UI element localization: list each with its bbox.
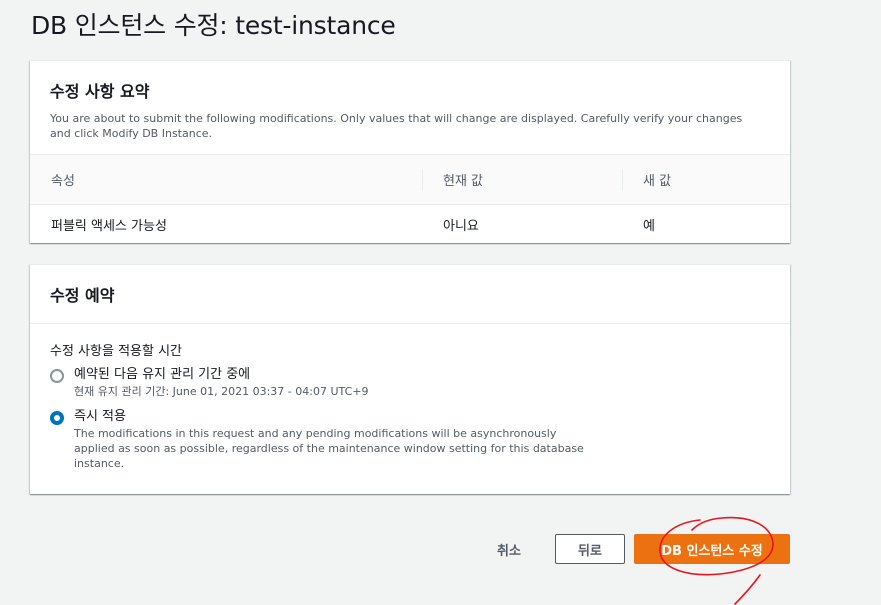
summary-description: You are about to submit the following mo…: [50, 112, 743, 140]
apply-time-label: 수정 사항을 적용할 시간: [50, 344, 182, 359]
schedule-body: 수정 사항을 적용할 시간 예약된 다음 유지 관리 기간 중에 현재 유지 관…: [30, 324, 790, 471]
table-row: 퍼블릭 액세스 가능성 아니요 예: [30, 205, 790, 244]
schedule-panel: 수정 예약 수정 사항을 적용할 시간 예약된 다음 유지 관리 기간 중에 현…: [30, 264, 790, 494]
radio-label-maintenance-window[interactable]: 예약된 다음 유지 관리 기간 중에: [74, 366, 584, 383]
column-header-attribute: 속성: [30, 155, 423, 204]
summary-heading: 수정 사항 요약: [50, 82, 150, 101]
radio-option-apply-immediately[interactable]: 즉시 적용 The modifications in this request …: [50, 408, 770, 471]
summary-header: 수정 사항 요약 You are about to submit the fol…: [30, 61, 790, 141]
cancel-button[interactable]: 취소: [484, 534, 534, 564]
modify-db-instance-button[interactable]: DB 인스턴스 수정: [634, 534, 790, 564]
column-header-current-value: 현재 값: [423, 155, 623, 204]
table-header-row: 속성 현재 값 새 값: [30, 155, 790, 205]
radio-button-apply-immediately[interactable]: [50, 411, 64, 425]
summary-table: 속성 현재 값 새 값 퍼블릭 액세스 가능성 아니요 예: [30, 154, 790, 244]
radio-text-maintenance-window: 예약된 다음 유지 관리 기간 중에 현재 유지 관리 기간: June 01,…: [74, 366, 584, 399]
back-button[interactable]: 뒤로: [555, 534, 625, 564]
modification-summary-panel: 수정 사항 요약 You are about to submit the fol…: [30, 60, 790, 243]
radio-description-maintenance-window: 현재 유지 관리 기간: June 01, 2021 03:37 - 04:07…: [74, 385, 369, 398]
cell-current-value: 아니요: [443, 219, 479, 234]
page-title: DB 인스턴스 수정: test-instance: [31, 11, 396, 40]
column-header-new-value: 새 값: [643, 174, 672, 189]
cell-new-value: 예: [643, 219, 655, 234]
schedule-header: 수정 예약: [30, 265, 790, 324]
radio-button-maintenance-window[interactable]: [50, 369, 64, 383]
radio-text-apply-immediately: 즉시 적용 The modifications in this request …: [74, 408, 584, 471]
radio-option-maintenance-window[interactable]: 예약된 다음 유지 관리 기간 중에 현재 유지 관리 기간: June 01,…: [50, 366, 770, 399]
schedule-heading: 수정 예약: [50, 286, 115, 305]
radio-description-apply-immediately: The modifications in this request and an…: [74, 427, 584, 470]
cell-attribute: 퍼블릭 액세스 가능성: [51, 219, 167, 234]
radio-label-apply-immediately[interactable]: 즉시 적용: [74, 408, 584, 425]
